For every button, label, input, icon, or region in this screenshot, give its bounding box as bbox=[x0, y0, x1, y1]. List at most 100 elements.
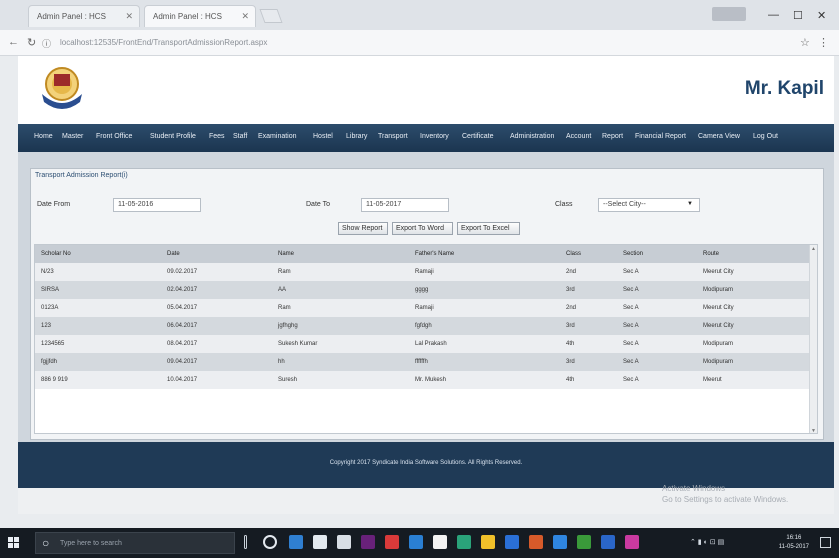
nav-item-staff[interactable]: Staff bbox=[233, 133, 247, 140]
panel-title: Transport Admission Report(i) bbox=[35, 172, 128, 179]
file-explorer-icon[interactable] bbox=[313, 535, 327, 549]
close-tab-icon[interactable]: ✕ bbox=[241, 11, 249, 22]
nav-item-fees[interactable]: Fees bbox=[209, 133, 225, 140]
cell-name: Ram bbox=[278, 305, 291, 311]
app-icon[interactable] bbox=[433, 535, 447, 549]
cell-route: Modipuram bbox=[703, 359, 734, 365]
menu-icon[interactable]: ⋮ bbox=[818, 36, 829, 49]
chrome-icon[interactable] bbox=[263, 535, 277, 549]
grid-scrollbar[interactable]: ▲ ▼ bbox=[809, 245, 817, 433]
notification-icon[interactable] bbox=[820, 537, 831, 548]
system-tray-icons[interactable]: ⌃ ▮ ◐ ⊡ ▤ bbox=[690, 538, 724, 546]
column-header[interactable]: Father's Name bbox=[415, 251, 454, 257]
tab-title: Admin Panel : HCS bbox=[153, 12, 222, 21]
nav-item-certificate[interactable]: Certificate bbox=[462, 133, 494, 140]
table-row[interactable]: 123 06.04.2017 jgfhghg fgfdgh 3rd Sec A … bbox=[35, 317, 817, 335]
profile-avatar[interactable] bbox=[712, 7, 746, 21]
nav-item-hostel[interactable]: Hostel bbox=[313, 133, 333, 140]
app-icon[interactable] bbox=[553, 535, 567, 549]
star-icon[interactable]: ☆ bbox=[800, 36, 810, 49]
cell-date: 08.04.2017 bbox=[167, 341, 198, 347]
reload-icon[interactable]: ↻ bbox=[27, 36, 36, 49]
folder-icon[interactable] bbox=[481, 535, 495, 549]
nav-item-financial-report[interactable]: Financial Report bbox=[635, 133, 686, 140]
cell-section: Sec A bbox=[623, 323, 639, 329]
cell-father-name: Ramaji bbox=[415, 305, 434, 311]
column-header[interactable]: Section bbox=[623, 251, 643, 257]
clock-date: 11-05-2017 bbox=[778, 544, 809, 550]
export-excel-button[interactable]: Export To Excel bbox=[457, 222, 520, 235]
cell-route: Meerut City bbox=[703, 305, 734, 311]
cell-class: 3rd bbox=[566, 359, 575, 365]
cell-section: Sec A bbox=[623, 359, 639, 365]
nav-item-home[interactable]: Home bbox=[34, 133, 53, 140]
new-tab-button[interactable] bbox=[259, 9, 283, 23]
cell-section: Sec A bbox=[623, 305, 639, 311]
nav-item-inventory[interactable]: Inventory bbox=[420, 133, 449, 140]
column-header[interactable]: Date bbox=[167, 251, 180, 257]
cell-scholar-no: 1234565 bbox=[41, 341, 65, 347]
app-icon[interactable] bbox=[409, 535, 423, 549]
maximize-icon[interactable]: ☐ bbox=[793, 9, 803, 22]
class-select[interactable]: --Select City-- ▼ bbox=[598, 198, 700, 212]
show-report-button[interactable]: Show Report bbox=[338, 222, 388, 235]
nav-item-log-out[interactable]: Log Out bbox=[753, 133, 778, 140]
cell-section: Sec A bbox=[623, 377, 639, 383]
app-icon[interactable] bbox=[577, 535, 591, 549]
scroll-down-icon[interactable]: ▼ bbox=[811, 428, 816, 433]
visual-studio-icon[interactable] bbox=[361, 535, 375, 549]
edge-icon[interactable] bbox=[289, 535, 303, 549]
date-to-input[interactable]: 11-05-2017 bbox=[361, 198, 449, 212]
cell-date: 05.04.2017 bbox=[167, 305, 198, 311]
cell-date: 10.04.2017 bbox=[167, 377, 198, 383]
browser-tab-bar: Admin Panel : HCS ✕ Admin Panel : HCS ✕ … bbox=[0, 0, 839, 30]
nav-item-camera-view[interactable]: Camera View bbox=[698, 133, 740, 140]
column-header[interactable]: Name bbox=[278, 251, 294, 257]
browser-tab-1[interactable]: Admin Panel : HCS ✕ bbox=[28, 5, 140, 27]
table-row[interactable]: SIRSA 02.04.2017 AA gggg 3rd Sec A Modip… bbox=[35, 281, 817, 299]
column-header[interactable]: Route bbox=[703, 251, 719, 257]
nav-item-transport[interactable]: Transport bbox=[378, 133, 408, 140]
export-word-button[interactable]: Export To Word bbox=[392, 222, 453, 235]
column-header[interactable]: Scholar No bbox=[41, 251, 71, 257]
cell-class: 2nd bbox=[566, 305, 577, 311]
nav-item-front-office[interactable]: Front Office bbox=[96, 133, 132, 140]
nav-item-master[interactable]: Master bbox=[62, 133, 83, 140]
store-icon[interactable] bbox=[337, 535, 351, 549]
taskbar-search[interactable]: ○ Type here to search bbox=[35, 532, 235, 554]
date-to-label: Date To bbox=[306, 201, 330, 208]
browser-tab-2[interactable]: Admin Panel : HCS ✕ bbox=[144, 5, 256, 27]
app-icon[interactable] bbox=[625, 535, 639, 549]
windows-start-icon[interactable] bbox=[8, 537, 20, 549]
date-from-input[interactable]: 11-05-2016 bbox=[113, 198, 201, 212]
task-view-icon[interactable] bbox=[244, 535, 247, 549]
app-icon[interactable] bbox=[601, 535, 615, 549]
back-icon[interactable]: ← bbox=[8, 36, 19, 48]
app-icon[interactable] bbox=[505, 535, 519, 549]
nav-item-library[interactable]: Library bbox=[346, 133, 367, 140]
class-select-value: --Select City-- bbox=[603, 201, 646, 208]
scroll-up-icon[interactable]: ▲ bbox=[811, 246, 816, 252]
table-row[interactable]: fgjjfdh 09.04.2017 hh ffffffh 3rd Sec A … bbox=[35, 353, 817, 371]
taskbar-clock[interactable]: 16:16 11-05-2017 bbox=[779, 534, 809, 552]
info-icon[interactable]: ⓘ bbox=[42, 37, 51, 50]
nav-item-report[interactable]: Report bbox=[602, 133, 623, 140]
nav-item-administration[interactable]: Administration bbox=[510, 133, 554, 140]
cell-name: jgfhghg bbox=[278, 323, 298, 329]
table-row[interactable]: 886 9 919 10.04.2017 Suresh Mr. Mukesh 4… bbox=[35, 371, 817, 389]
app-icon[interactable] bbox=[529, 535, 543, 549]
app-icon[interactable] bbox=[385, 535, 399, 549]
close-tab-icon[interactable]: ✕ bbox=[125, 11, 133, 22]
close-window-icon[interactable]: ✕ bbox=[817, 9, 826, 22]
date-from-label: Date From bbox=[37, 201, 71, 208]
nav-item-examination[interactable]: Examination bbox=[258, 133, 297, 140]
table-row[interactable]: N/23 09.02.2017 Ram Ramaji 2nd Sec A Mee… bbox=[35, 263, 817, 281]
column-header[interactable]: Class bbox=[566, 251, 581, 257]
table-row[interactable]: 1234565 08.04.2017 Sukesh Kumar Lal Prak… bbox=[35, 335, 817, 353]
minimize-icon[interactable]: — bbox=[768, 9, 779, 21]
app-icon[interactable] bbox=[457, 535, 471, 549]
nav-item-student-profile[interactable]: Student Profile bbox=[150, 133, 196, 140]
url-field[interactable]: localhost:12535/FrontEnd/TransportAdmiss… bbox=[54, 35, 774, 51]
table-row[interactable]: 0123A 05.04.2017 Ram Ramaji 2nd Sec A Me… bbox=[35, 299, 817, 317]
nav-item-account[interactable]: Account bbox=[566, 133, 591, 140]
